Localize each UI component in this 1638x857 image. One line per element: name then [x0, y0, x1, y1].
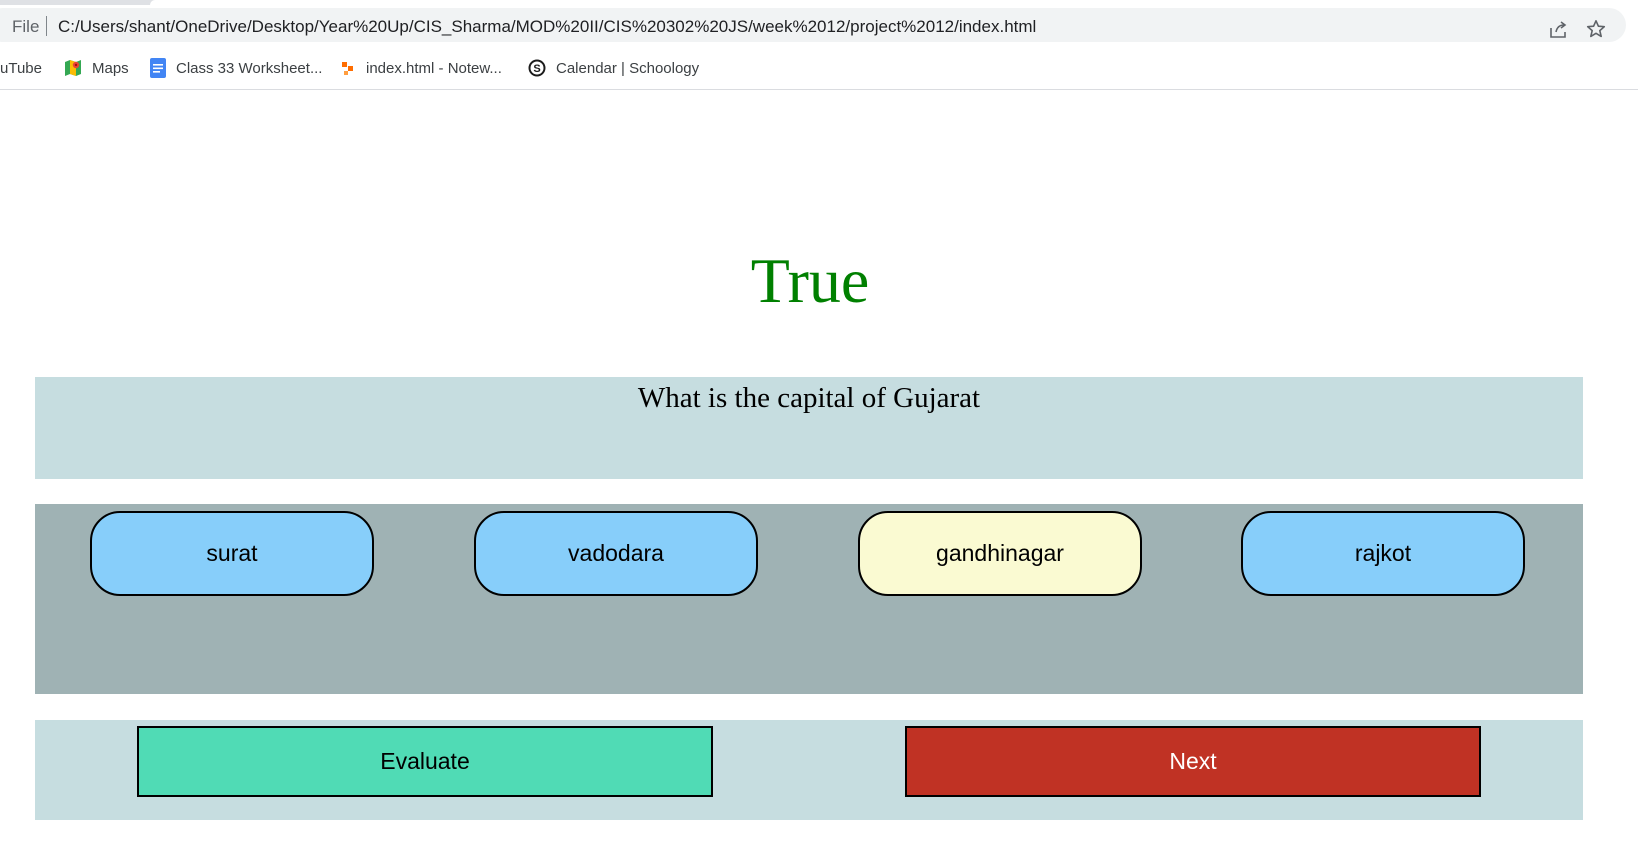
evaluate-button[interactable]: Evaluate — [137, 726, 713, 797]
bookmarks-bar: uTube Maps Class 33 Worksheet... index.h… — [0, 47, 1638, 90]
schoology-icon: S — [528, 59, 546, 77]
bookmark-label: Maps — [92, 59, 129, 77]
bookmark-schoology[interactable]: S Calendar | Schoology — [528, 47, 699, 89]
result-text: True — [750, 245, 870, 316]
browser-toolbar: File C:/Users/shant/OneDrive/Desktop/Yea… — [0, 5, 1638, 47]
option-button-vadodara[interactable]: vadodara — [474, 511, 758, 596]
bookmark-maps[interactable]: Maps — [64, 47, 129, 89]
actions-panel: Evaluate Next — [35, 720, 1583, 820]
svg-text:S: S — [533, 63, 540, 75]
option-button-gandhinagar[interactable]: gandhinagar — [858, 511, 1142, 596]
bookmark-label: uTube — [0, 59, 42, 77]
option-button-rajkot[interactable]: rajkot — [1241, 511, 1525, 596]
bookmark-label: index.html - Notew... — [366, 59, 502, 77]
maps-icon — [65, 60, 81, 76]
url-text[interactable]: C:/Users/shant/OneDrive/Desktop/Year%20U… — [58, 17, 1036, 37]
options-panel: surat vadodara gandhinagar rajkot — [35, 504, 1583, 694]
option-button-surat[interactable]: surat — [90, 511, 374, 596]
url-separator — [46, 16, 47, 36]
url-scheme-label: File — [12, 17, 40, 36]
question-panel: What is the capital of Gujarat — [35, 377, 1583, 479]
question-text: What is the capital of Gujarat — [637, 382, 981, 414]
bookmark-youtube[interactable]: uTube — [0, 47, 42, 89]
next-button[interactable]: Next — [905, 726, 1481, 797]
bookmark-label: Calendar | Schoology — [556, 59, 700, 77]
docs-icon — [150, 58, 166, 78]
bookmark-notewise[interactable]: index.html - Notew... — [340, 47, 502, 89]
address-bar[interactable]: File C:/Users/shant/OneDrive/Desktop/Yea… — [0, 8, 1626, 42]
share-icon[interactable] — [1548, 20, 1568, 40]
star-icon[interactable] — [1586, 19, 1606, 39]
bookmark-label: Class 33 Worksheet... — [176, 59, 323, 77]
quiz-page: True What is the capital of Gujarat sura… — [0, 90, 1638, 857]
bookmark-class-33-worksheet[interactable]: Class 33 Worksheet... — [150, 47, 322, 89]
notewise-icon — [342, 62, 353, 75]
